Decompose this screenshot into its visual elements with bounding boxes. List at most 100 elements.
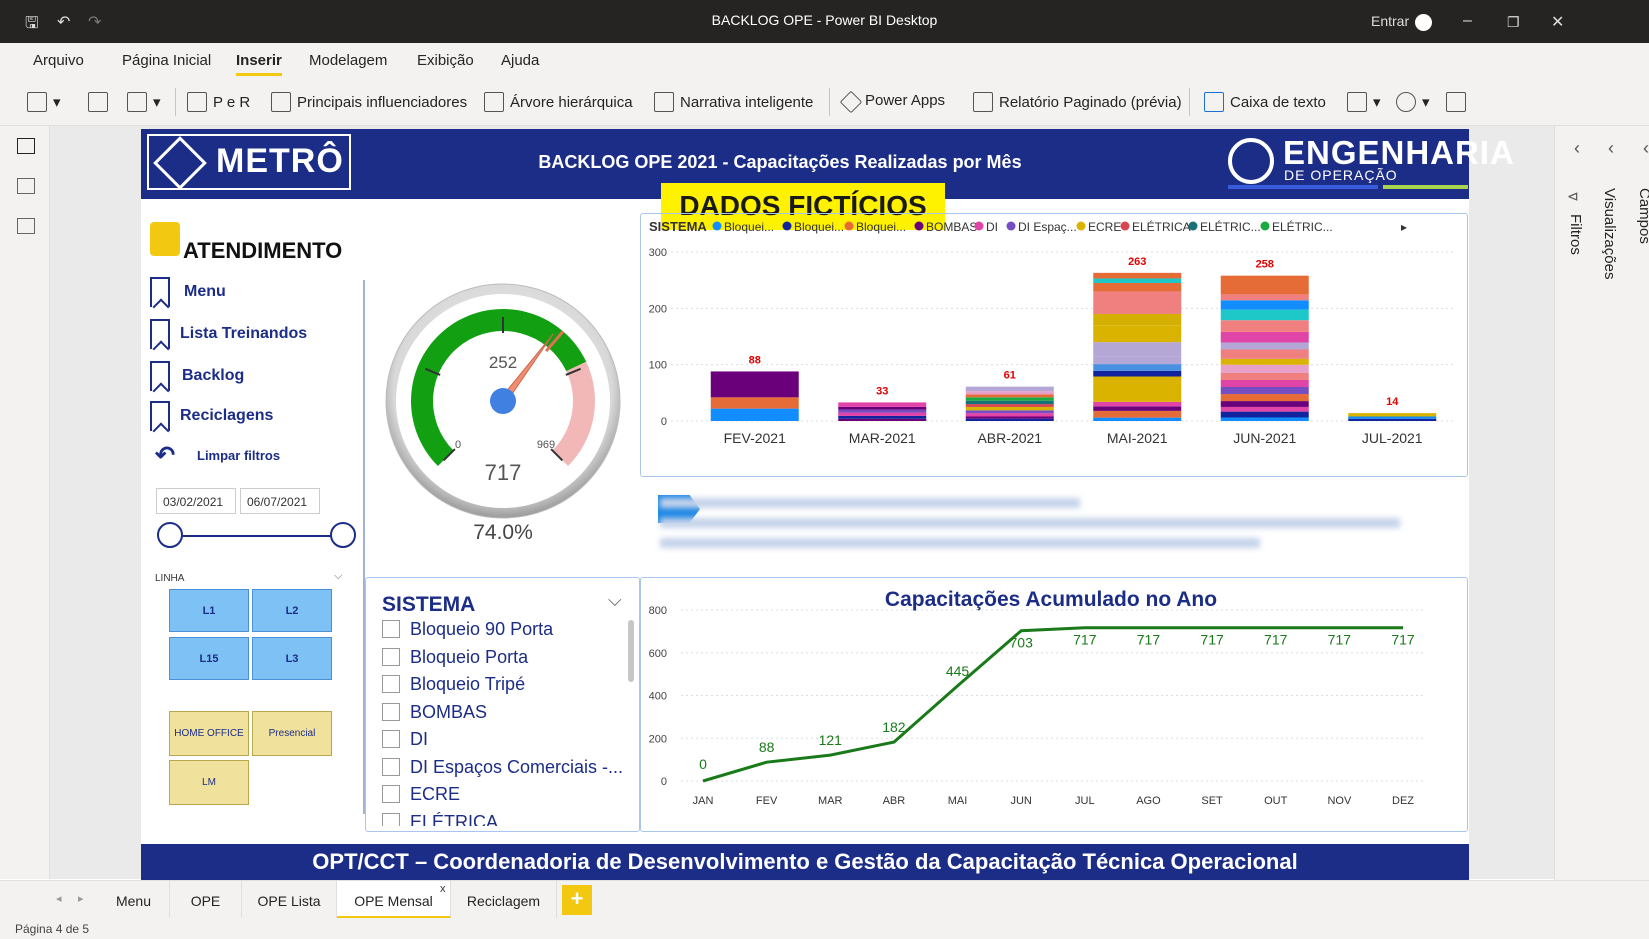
home-office-button[interactable]: HOME OFFICE (169, 711, 249, 756)
linha-l1-button[interactable]: L1 (169, 589, 249, 632)
linha-l2-button[interactable]: L2 (252, 589, 332, 632)
legend-item[interactable]: BOMBAS (926, 220, 977, 234)
bar-segment[interactable] (838, 406, 927, 410)
tab-ope-lista[interactable]: OPE Lista (242, 881, 337, 919)
lm-button[interactable]: LM (169, 760, 249, 805)
date-from-input[interactable]: 03/02/2021 (156, 488, 236, 514)
clear-filters-button[interactable]: Limpar filtros (197, 448, 280, 463)
bar-segment[interactable] (1093, 401, 1182, 407)
bar-segment[interactable] (1093, 370, 1182, 377)
linha-l3-button[interactable]: L3 (252, 637, 332, 680)
legend-item[interactable]: Bloquei... (724, 220, 774, 234)
bar-segment[interactable] (965, 394, 1054, 398)
bar-segment[interactable] (1093, 417, 1182, 421)
legend-item[interactable]: DI (986, 220, 998, 234)
bar-segment[interactable] (965, 413, 1054, 417)
bar-segment[interactable] (965, 410, 1054, 414)
sistema-item[interactable]: BOMBAS (382, 702, 487, 723)
checkbox[interactable] (382, 730, 400, 748)
checkbox[interactable] (382, 812, 400, 826)
bar-segment[interactable] (1220, 349, 1309, 359)
shapes-button[interactable]: ▾ (1396, 92, 1430, 112)
narrative-button[interactable]: Narrativa inteligente (654, 92, 813, 112)
restore-icon[interactable]: ❐ (1507, 14, 1520, 31)
undo-arrow-icon[interactable]: ↶ (155, 441, 175, 470)
bar-segment[interactable] (1093, 282, 1182, 292)
bar-segment[interactable] (1220, 364, 1309, 373)
sistema-item[interactable]: Bloqueio 90 Porta (382, 619, 553, 640)
bar-segment[interactable] (1220, 300, 1309, 310)
legend-item[interactable]: Bloquei... (856, 220, 906, 234)
bar-segment[interactable] (965, 416, 1054, 419)
cumulative-line[interactable] (702, 626, 1403, 783)
bar-segment[interactable] (965, 386, 1054, 392)
tree-button[interactable]: Árvore hierárquica (484, 92, 633, 112)
collapse-filters-icon[interactable]: ‹ (1574, 138, 1580, 159)
bar-segment[interactable] (1220, 417, 1309, 421)
qa-button[interactable]: P e R (187, 92, 250, 112)
tab-reciclagem[interactable]: Reciclagem (451, 881, 557, 919)
bar-segment[interactable] (1093, 406, 1182, 411)
bar-segment[interactable] (1220, 342, 1309, 350)
menu-inserir[interactable]: Inserir (236, 52, 282, 76)
sistema-item[interactable]: ELÉTRICA (382, 812, 498, 826)
bar-segment[interactable] (838, 412, 927, 416)
bar-segment[interactable] (1220, 401, 1309, 407)
sistema-item[interactable]: DI (382, 729, 428, 750)
bar-segment[interactable] (1220, 411, 1309, 418)
menu-exibicao[interactable]: Exibição (417, 52, 474, 69)
bar-segment[interactable] (838, 409, 927, 413)
chevron-down-icon[interactable]: ⌵ (334, 570, 342, 583)
legend-next-icon[interactable]: ▸ (1401, 220, 1407, 234)
bar-segment[interactable] (1093, 325, 1182, 343)
stacked-bar-chart[interactable]: SISTEMA Bloquei... Bloquei... Bloquei... BOM… (640, 213, 1468, 477)
add-page-button[interactable]: + (562, 885, 592, 915)
bar-segment[interactable] (710, 408, 799, 421)
bar-segment[interactable] (965, 406, 1054, 411)
report-view-icon[interactable] (17, 138, 35, 154)
legend-item[interactable]: DI Espaç... (1018, 220, 1077, 234)
avatar[interactable] (1415, 14, 1432, 31)
close-tab-icon[interactable]: x (440, 883, 446, 895)
date-to-input[interactable]: 06/07/2021 (240, 488, 320, 514)
textbox-button[interactable]: Caixa de texto (1204, 92, 1326, 112)
prev-page-icon[interactable]: ◂ (56, 892, 62, 905)
bar-segment[interactable] (1348, 413, 1437, 417)
bar-segment[interactable] (1220, 387, 1309, 395)
powerapps-button[interactable]: Power Apps (839, 90, 945, 114)
checkbox[interactable] (382, 702, 400, 721)
bar-segment[interactable] (965, 397, 1054, 401)
presencial-button[interactable]: Presencial (252, 711, 332, 756)
sistema-item[interactable]: ECRE (382, 784, 460, 805)
bar-segment[interactable] (1348, 416, 1437, 419)
bar-segment[interactable] (1220, 372, 1309, 380)
signin-link[interactable]: Entrar (1371, 13, 1409, 29)
checkbox[interactable] (382, 647, 400, 666)
bar-segment[interactable] (710, 371, 799, 398)
bar-segment[interactable] (1220, 320, 1309, 332)
bar-segment[interactable] (1093, 364, 1182, 371)
new-visual-button[interactable] (88, 92, 114, 112)
filters-pane-tab[interactable]: Filtros (1567, 214, 1584, 255)
chevron-down-icon[interactable]: ⌵ (608, 590, 622, 611)
bar-segment[interactable] (1093, 278, 1182, 283)
date-slider-track[interactable] (170, 535, 344, 537)
legend-item[interactable]: ELÉTRICA (1132, 219, 1191, 234)
tab-ope-mensal[interactable]: OPE Mensal (337, 881, 451, 919)
bar-segment[interactable] (838, 418, 927, 421)
bar-segment[interactable] (1093, 342, 1182, 357)
bar-segment[interactable] (1220, 275, 1309, 295)
sistema-item[interactable]: Bloqueio Tripé (382, 674, 525, 695)
bar-segment[interactable] (1093, 356, 1182, 365)
collapse-visuals-icon[interactable]: ‹ (1608, 138, 1614, 159)
checkbox[interactable] (382, 757, 400, 776)
gauge-visual[interactable]: 252 0 969 717 74.0% (385, 283, 621, 545)
menu-arquivo[interactable]: Arquivo (33, 52, 84, 69)
menu-ajuda[interactable]: Ajuda (501, 52, 539, 69)
bar-segment[interactable] (1093, 313, 1182, 326)
sistema-item[interactable]: DI Espaços Comerciais -... (382, 757, 623, 778)
tab-ope[interactable]: OPE (170, 881, 242, 919)
menu-modelagem[interactable]: Modelagem (309, 52, 387, 69)
bar-segment[interactable] (1093, 272, 1182, 279)
bar-segment[interactable] (1220, 406, 1309, 412)
